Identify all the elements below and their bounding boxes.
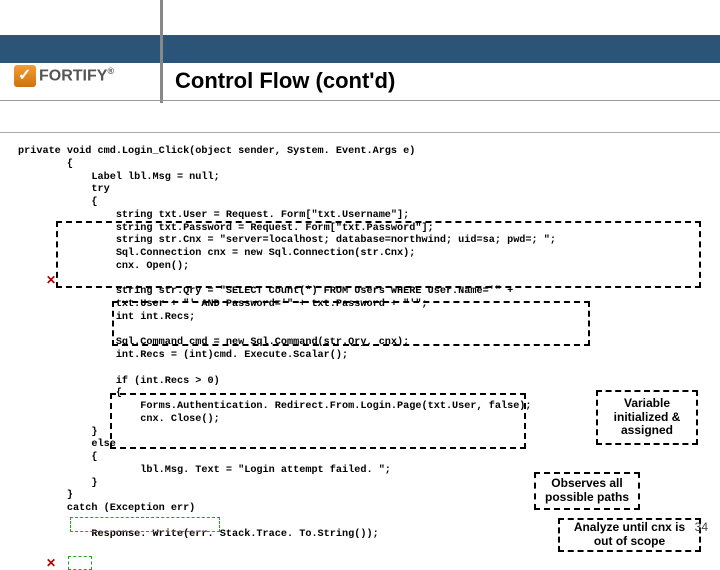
marker-x-1: ✕ xyxy=(46,273,56,287)
page-number: 34 xyxy=(695,520,708,534)
annotation-analyze: Analyze until cnx is out of scope xyxy=(558,518,701,552)
highlight-final-brace xyxy=(68,556,92,570)
fortify-logo: FORTIFY® xyxy=(14,62,144,90)
annotation-variable: Variable initialized & assigned xyxy=(596,390,698,445)
annotation-observes: Observes all possible paths xyxy=(534,472,640,510)
marker-x-2: ✕ xyxy=(46,556,56,570)
slide-title: Control Flow (cont'd) xyxy=(175,68,395,94)
logo-shield-icon xyxy=(14,65,36,87)
